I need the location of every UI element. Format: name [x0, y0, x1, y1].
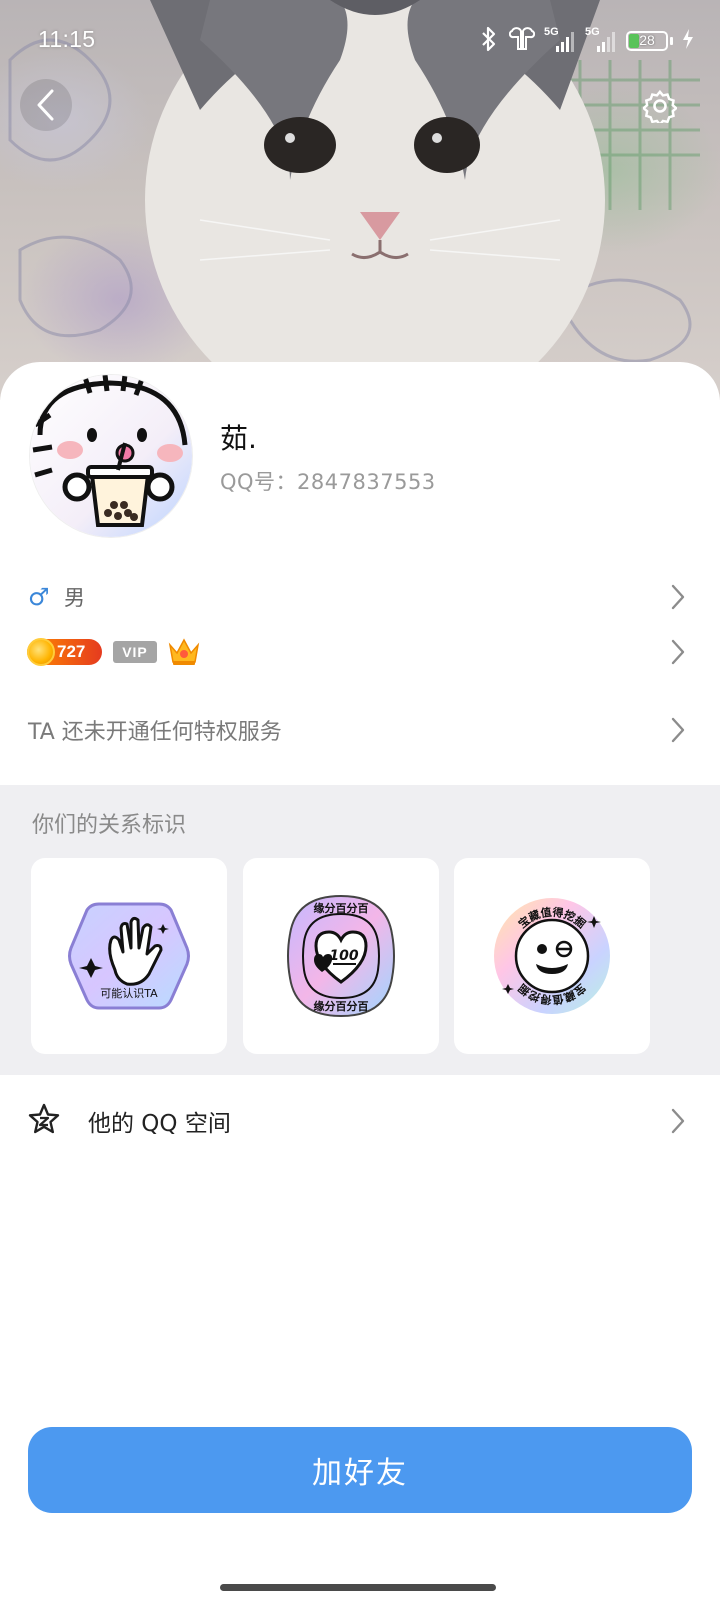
avatar[interactable]	[30, 375, 192, 537]
hand-wave-icon: 可能认识TA	[68, 902, 190, 1010]
vip-badge: VIP	[113, 641, 157, 663]
nickname: 茹.	[220, 422, 257, 455]
relation-badge-label-bottom: 缘分百分百	[314, 999, 369, 1013]
relation-badge-card[interactable]: 缘分百分百 缘分百分百 100	[243, 858, 439, 1054]
level-row[interactable]: 727 VIP	[0, 622, 720, 682]
qq-number: QQ号：2847837553	[220, 470, 436, 494]
chevron-right-icon	[671, 1108, 685, 1134]
battery-icon: 28	[626, 31, 668, 51]
bluetooth-icon	[478, 26, 500, 56]
status-time: 11:15	[38, 26, 96, 52]
chevron-left-icon	[37, 89, 54, 121]
status-icons: 5G 5G 28	[478, 26, 694, 56]
status-bar: 11:15 5G 5G 28	[0, 0, 720, 80]
relation-badge-label: 缘分百分百	[314, 901, 369, 915]
crown-icon	[167, 635, 201, 671]
svg-text:100: 100	[329, 948, 358, 964]
relationship-title: 你们的关系标识	[32, 813, 187, 838]
heart-100-icon: 缘分百分百 缘分百分百 100	[287, 894, 395, 1018]
qq-level-value: 727	[57, 642, 86, 661]
privilege-text: TA 还未开通任何特权服务	[28, 720, 282, 745]
qzone-row[interactable]: 他的 QQ 空间	[0, 1080, 720, 1162]
battery-cap	[670, 37, 673, 45]
home-indicator[interactable]	[220, 1584, 496, 1591]
charging-icon	[682, 29, 694, 53]
relationship-section: 你们的关系标识 可能认识TA 缘分百分百 缘分百分百 100 宝藏值得挖掘 宝藏…	[0, 785, 720, 1075]
back-button[interactable]	[20, 79, 72, 131]
chevron-right-icon	[671, 639, 685, 665]
star-icon	[27, 1102, 61, 1140]
relation-badge-card[interactable]: 可能认识TA	[31, 858, 227, 1054]
male-icon: ♂	[28, 583, 50, 611]
smiley-face-icon: 宝藏值得挖掘 宝藏值得挖掘	[494, 898, 610, 1014]
earbuds-icon	[508, 27, 536, 55]
coin-icon	[27, 638, 55, 666]
relation-badge-card[interactable]: 宝藏值得挖掘 宝藏值得挖掘	[454, 858, 650, 1054]
chevron-right-icon	[671, 584, 685, 610]
signal-icon: 5G	[585, 26, 617, 54]
privilege-row[interactable]: TA 还未开通任何特权服务	[0, 698, 720, 762]
gender-row[interactable]: ♂ 男	[0, 567, 720, 627]
gear-icon	[643, 89, 677, 123]
qq-level-badge: 727	[27, 638, 102, 666]
signal-icon: 5G	[544, 26, 576, 54]
profile-card: 茹. QQ号：2847837553 ♂ 男 727 VIP TA 还未开通任何特…	[0, 362, 720, 1602]
relation-badge-label: 可能认识TA	[100, 986, 158, 1000]
settings-button[interactable]	[640, 86, 680, 126]
qzone-label: 他的 QQ 空间	[88, 1111, 231, 1137]
chevron-right-icon	[671, 717, 685, 743]
add-friend-button[interactable]: 加好友	[28, 1427, 692, 1513]
gender-text: 男	[64, 586, 85, 610]
